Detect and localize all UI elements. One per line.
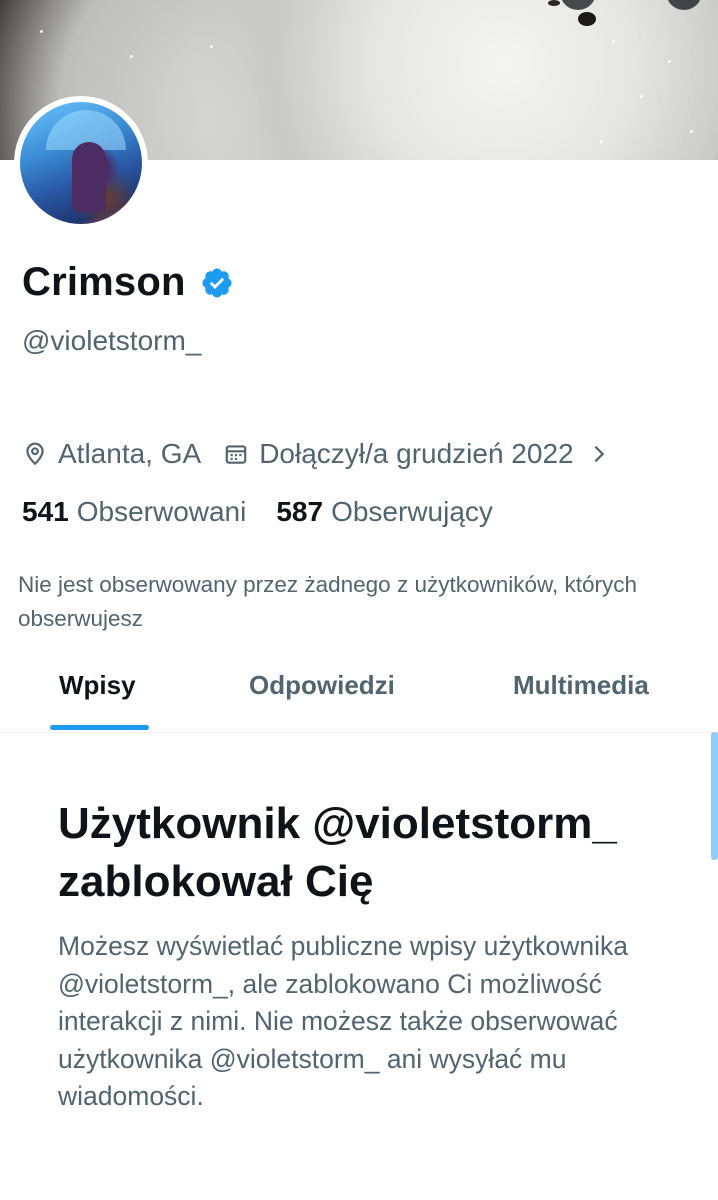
banner-action-button[interactable]: [560, 0, 596, 10]
profile-location: Atlanta, GA: [58, 438, 202, 469]
profile-tabs: Wpisy Odpowiedzi Multimedia: [0, 650, 718, 733]
active-tab-indicator: [50, 725, 149, 730]
followers-label: Obserwujący: [331, 496, 493, 527]
profile-meta-row: Atlanta, GA Dołączył/a grudzień 2022: [22, 438, 610, 470]
calendar-icon: [225, 445, 247, 464]
scrollbar[interactable]: [711, 732, 718, 860]
banner-wolf-eye: [548, 0, 560, 6]
banner-more-button[interactable]: [666, 0, 702, 10]
verified-badge-icon[interactable]: [200, 266, 234, 300]
followers-count-link[interactable]: 587 Obserwujący: [276, 496, 493, 528]
avatar-figure: [72, 142, 106, 212]
name-row: Crimson: [22, 260, 234, 305]
follow-counts: 541 Obserwowani 587 Obserwujący: [22, 496, 523, 528]
followed-by-note: Nie jest obserwowany przez żadnego z uży…: [18, 572, 638, 631]
blocked-description: Możesz wyświetlać publiczne wpisy użytko…: [58, 931, 628, 1111]
following-label: Obserwowani: [76, 496, 247, 527]
location-pin-icon: [26, 442, 44, 466]
tab-media[interactable]: Multimedia: [513, 670, 649, 701]
followers-number: 587: [276, 496, 324, 527]
profile-page: Crimson @violetstorm_ Atlanta, GA Dołącz…: [0, 0, 718, 1200]
following-number: 541: [22, 496, 69, 527]
profile-handle: @violetstorm_: [22, 325, 202, 356]
following-count-link[interactable]: 541 Obserwowani: [22, 496, 246, 528]
banner-wolf-nose: [578, 12, 596, 26]
chevron-right-icon[interactable]: [588, 443, 610, 465]
tab-replies[interactable]: Odpowiedzi: [249, 670, 395, 701]
tab-posts[interactable]: Wpisy: [59, 670, 136, 701]
profile-joined-date: Dołączył/a grudzień 2022: [259, 438, 574, 469]
blocked-title: Użytkownik @violetstorm_ zablokował Cię: [58, 799, 617, 906]
display-name: Crimson: [22, 260, 186, 304]
avatar[interactable]: [20, 102, 142, 224]
